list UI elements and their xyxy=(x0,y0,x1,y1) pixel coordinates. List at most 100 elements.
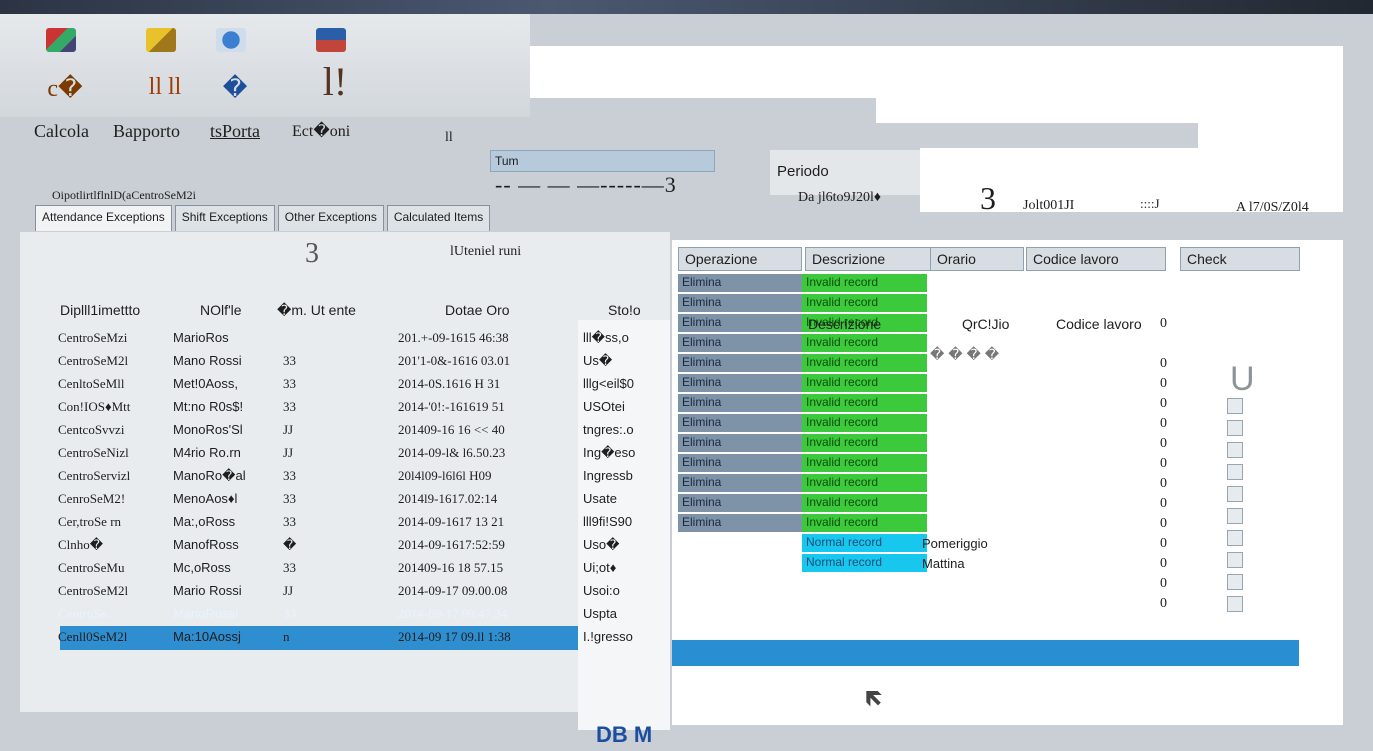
name-cell[interactable]: Mano Rossi xyxy=(173,353,242,368)
name-cell[interactable]: MenoAos♦l xyxy=(173,491,237,506)
status-cell[interactable]: Ui;ot♦ xyxy=(583,560,616,575)
dip-cell[interactable]: Cer,troSe rn xyxy=(58,514,121,530)
codice-cell[interactable]: 0 xyxy=(1160,376,1167,392)
dip-cell[interactable]: CenroSeM2! xyxy=(58,491,125,507)
description-cell[interactable]: Invalid record xyxy=(802,414,927,432)
tab-attendance-exceptions[interactable]: Attendance Exceptions xyxy=(35,205,172,231)
check-checkbox[interactable] xyxy=(1227,486,1243,502)
description-cell[interactable]: Normal record xyxy=(802,554,927,572)
num-cell[interactable]: 33 xyxy=(283,353,296,369)
codice-cell[interactable]: 0 xyxy=(1160,556,1167,572)
tsporta-link[interactable]: tsPorta xyxy=(210,121,260,142)
eccezioni-link[interactable]: Ect�oni xyxy=(292,121,350,141)
num-cell[interactable]: JJ xyxy=(283,422,293,438)
calcola-link[interactable]: Calcola xyxy=(34,121,89,142)
periodo-from[interactable]: Da jl6to9J20l♦ xyxy=(798,190,881,206)
date-cell[interactable]: 2014-09-l& l6.50.23 xyxy=(398,445,505,461)
status-cell[interactable]: Usate xyxy=(583,491,617,506)
date-cell[interactable]: 2014-'0!:-161619 51 xyxy=(398,399,505,415)
description-cell[interactable]: Invalid record xyxy=(802,394,927,412)
date-cell[interactable]: 2014-09-1617 13 21 xyxy=(398,514,504,530)
codice-cell[interactable]: 0 xyxy=(1160,596,1167,612)
operation-cell[interactable]: Elimina xyxy=(678,354,802,372)
check-checkbox[interactable] xyxy=(1227,596,1243,612)
column-header[interactable]: Dotae Oro xyxy=(445,302,510,318)
operation-cell[interactable]: Elimina xyxy=(678,374,802,392)
date-cell[interactable]: 201409-16 16 << 40 xyxy=(398,422,505,438)
orario-cell[interactable]: Mattina xyxy=(922,556,965,571)
export-tool-button[interactable]: � xyxy=(200,18,260,108)
date-cell[interactable]: 201.+-09-1615 46:38 xyxy=(398,330,509,346)
num-cell[interactable]: 33 xyxy=(283,514,296,530)
date-cell[interactable]: 2014-0S.1616 H 31 xyxy=(398,376,500,392)
num-cell[interactable]: n xyxy=(283,629,290,645)
num-cell[interactable]: 33 xyxy=(283,491,296,507)
name-cell[interactable]: Ma:10Aossj xyxy=(173,629,241,644)
num-cell[interactable]: � xyxy=(283,537,296,553)
codice-cell[interactable]: 0 xyxy=(1160,396,1167,412)
column-header[interactable]: NOlf'le xyxy=(200,302,242,318)
operation-cell[interactable]: Elimina xyxy=(678,434,802,452)
column-header[interactable]: Check xyxy=(1180,247,1300,271)
num-cell[interactable]: JJ xyxy=(283,445,293,461)
status-cell[interactable]: Uspta xyxy=(583,606,617,621)
operation-cell[interactable]: Elimina xyxy=(678,314,802,332)
dip-cell[interactable]: Clnho� xyxy=(58,537,103,553)
check-checkbox[interactable] xyxy=(1227,530,1243,546)
status-cell[interactable]: USOtei xyxy=(583,399,625,414)
dip-cell[interactable]: CentroSeMu xyxy=(58,560,124,576)
dip-cell[interactable]: CentroSeNizl xyxy=(58,445,129,461)
bapporto-link[interactable]: Bapporto xyxy=(113,121,180,142)
dip-cell[interactable]: CentroServizl xyxy=(58,468,130,484)
operation-cell[interactable]: Elimina xyxy=(678,414,802,432)
codice-cell[interactable]: 0 xyxy=(1160,436,1167,452)
status-cell[interactable]: lllg<eil$0 xyxy=(583,376,634,391)
status-cell[interactable]: lll9fi!S90 xyxy=(583,514,632,529)
column-header[interactable]: Descrizione xyxy=(805,247,931,271)
date-cell[interactable]: 2014l9-1617.02:14 xyxy=(398,491,497,507)
num-cell[interactable]: 33 xyxy=(283,468,296,484)
column-header[interactable]: Sto!o xyxy=(608,302,641,318)
operation-cell[interactable]: Elimina xyxy=(678,454,802,472)
date-cell[interactable]: 201409-16 18 57.15 xyxy=(398,560,503,576)
operation-cell[interactable]: Elimina xyxy=(678,274,802,292)
operation-cell[interactable]: Elimina xyxy=(678,394,802,412)
description-cell[interactable]: Invalid record xyxy=(802,354,927,372)
status-cell[interactable]: Uso� xyxy=(583,537,619,553)
dip-cell[interactable]: CentroSeM2l xyxy=(58,353,128,369)
num-cell[interactable]: 33 xyxy=(283,560,296,576)
check-checkbox[interactable] xyxy=(1227,398,1243,414)
status-cell[interactable]: Us� xyxy=(583,353,612,369)
check-checkbox[interactable] xyxy=(1227,442,1243,458)
codice-cell[interactable]: 0 xyxy=(1160,536,1167,552)
name-cell[interactable]: Mario Rossi xyxy=(173,583,242,598)
dip-cell[interactable]: CentcoSvvzi xyxy=(58,422,124,438)
description-cell[interactable]: Invalid record xyxy=(802,454,927,472)
check-checkbox[interactable] xyxy=(1227,574,1243,590)
check-checkbox[interactable] xyxy=(1227,508,1243,524)
description-cell[interactable]: Invalid record xyxy=(802,514,927,532)
report-tool-button[interactable]: ll ll xyxy=(130,18,190,108)
codice-cell[interactable]: 0 xyxy=(1160,416,1167,432)
date-cell[interactable]: 2014-09-17 09.47.34 xyxy=(398,606,507,622)
description-cell[interactable]: Invalid record xyxy=(802,374,927,392)
description-cell[interactable]: Invalid record xyxy=(802,474,927,492)
codice-cell[interactable]: 0 xyxy=(1160,316,1167,332)
date-cell[interactable]: 201'1-0&-1616 03.01 xyxy=(398,353,510,369)
num-cell[interactable]: 33 xyxy=(283,399,296,415)
name-cell[interactable]: ManoRo�al xyxy=(173,468,246,484)
dip-cell[interactable]: CentroSe... xyxy=(58,606,116,622)
tab-shift-exceptions[interactable]: Shift Exceptions xyxy=(174,205,275,231)
name-cell[interactable]: MarioRossi xyxy=(173,606,238,621)
column-header[interactable]: Codice lavoro xyxy=(1026,247,1166,271)
date-cell[interactable]: 2014-09-1617:52:59 xyxy=(398,537,505,553)
num-cell[interactable]: 33 xyxy=(283,606,296,622)
name-cell[interactable]: M4rio Ro.rn xyxy=(173,445,241,460)
codice-cell[interactable]: 0 xyxy=(1160,496,1167,512)
dip-cell[interactable]: CenltoSeMll xyxy=(58,376,124,392)
operation-cell[interactable]: Elimina xyxy=(678,294,802,312)
operation-cell[interactable]: Elimina xyxy=(678,334,802,352)
name-cell[interactable]: Met!0Aoss, xyxy=(173,376,238,391)
num-cell[interactable]: JJ xyxy=(283,583,293,599)
date-cell[interactable]: 20l4l09-l6l6l H09 xyxy=(398,468,492,484)
